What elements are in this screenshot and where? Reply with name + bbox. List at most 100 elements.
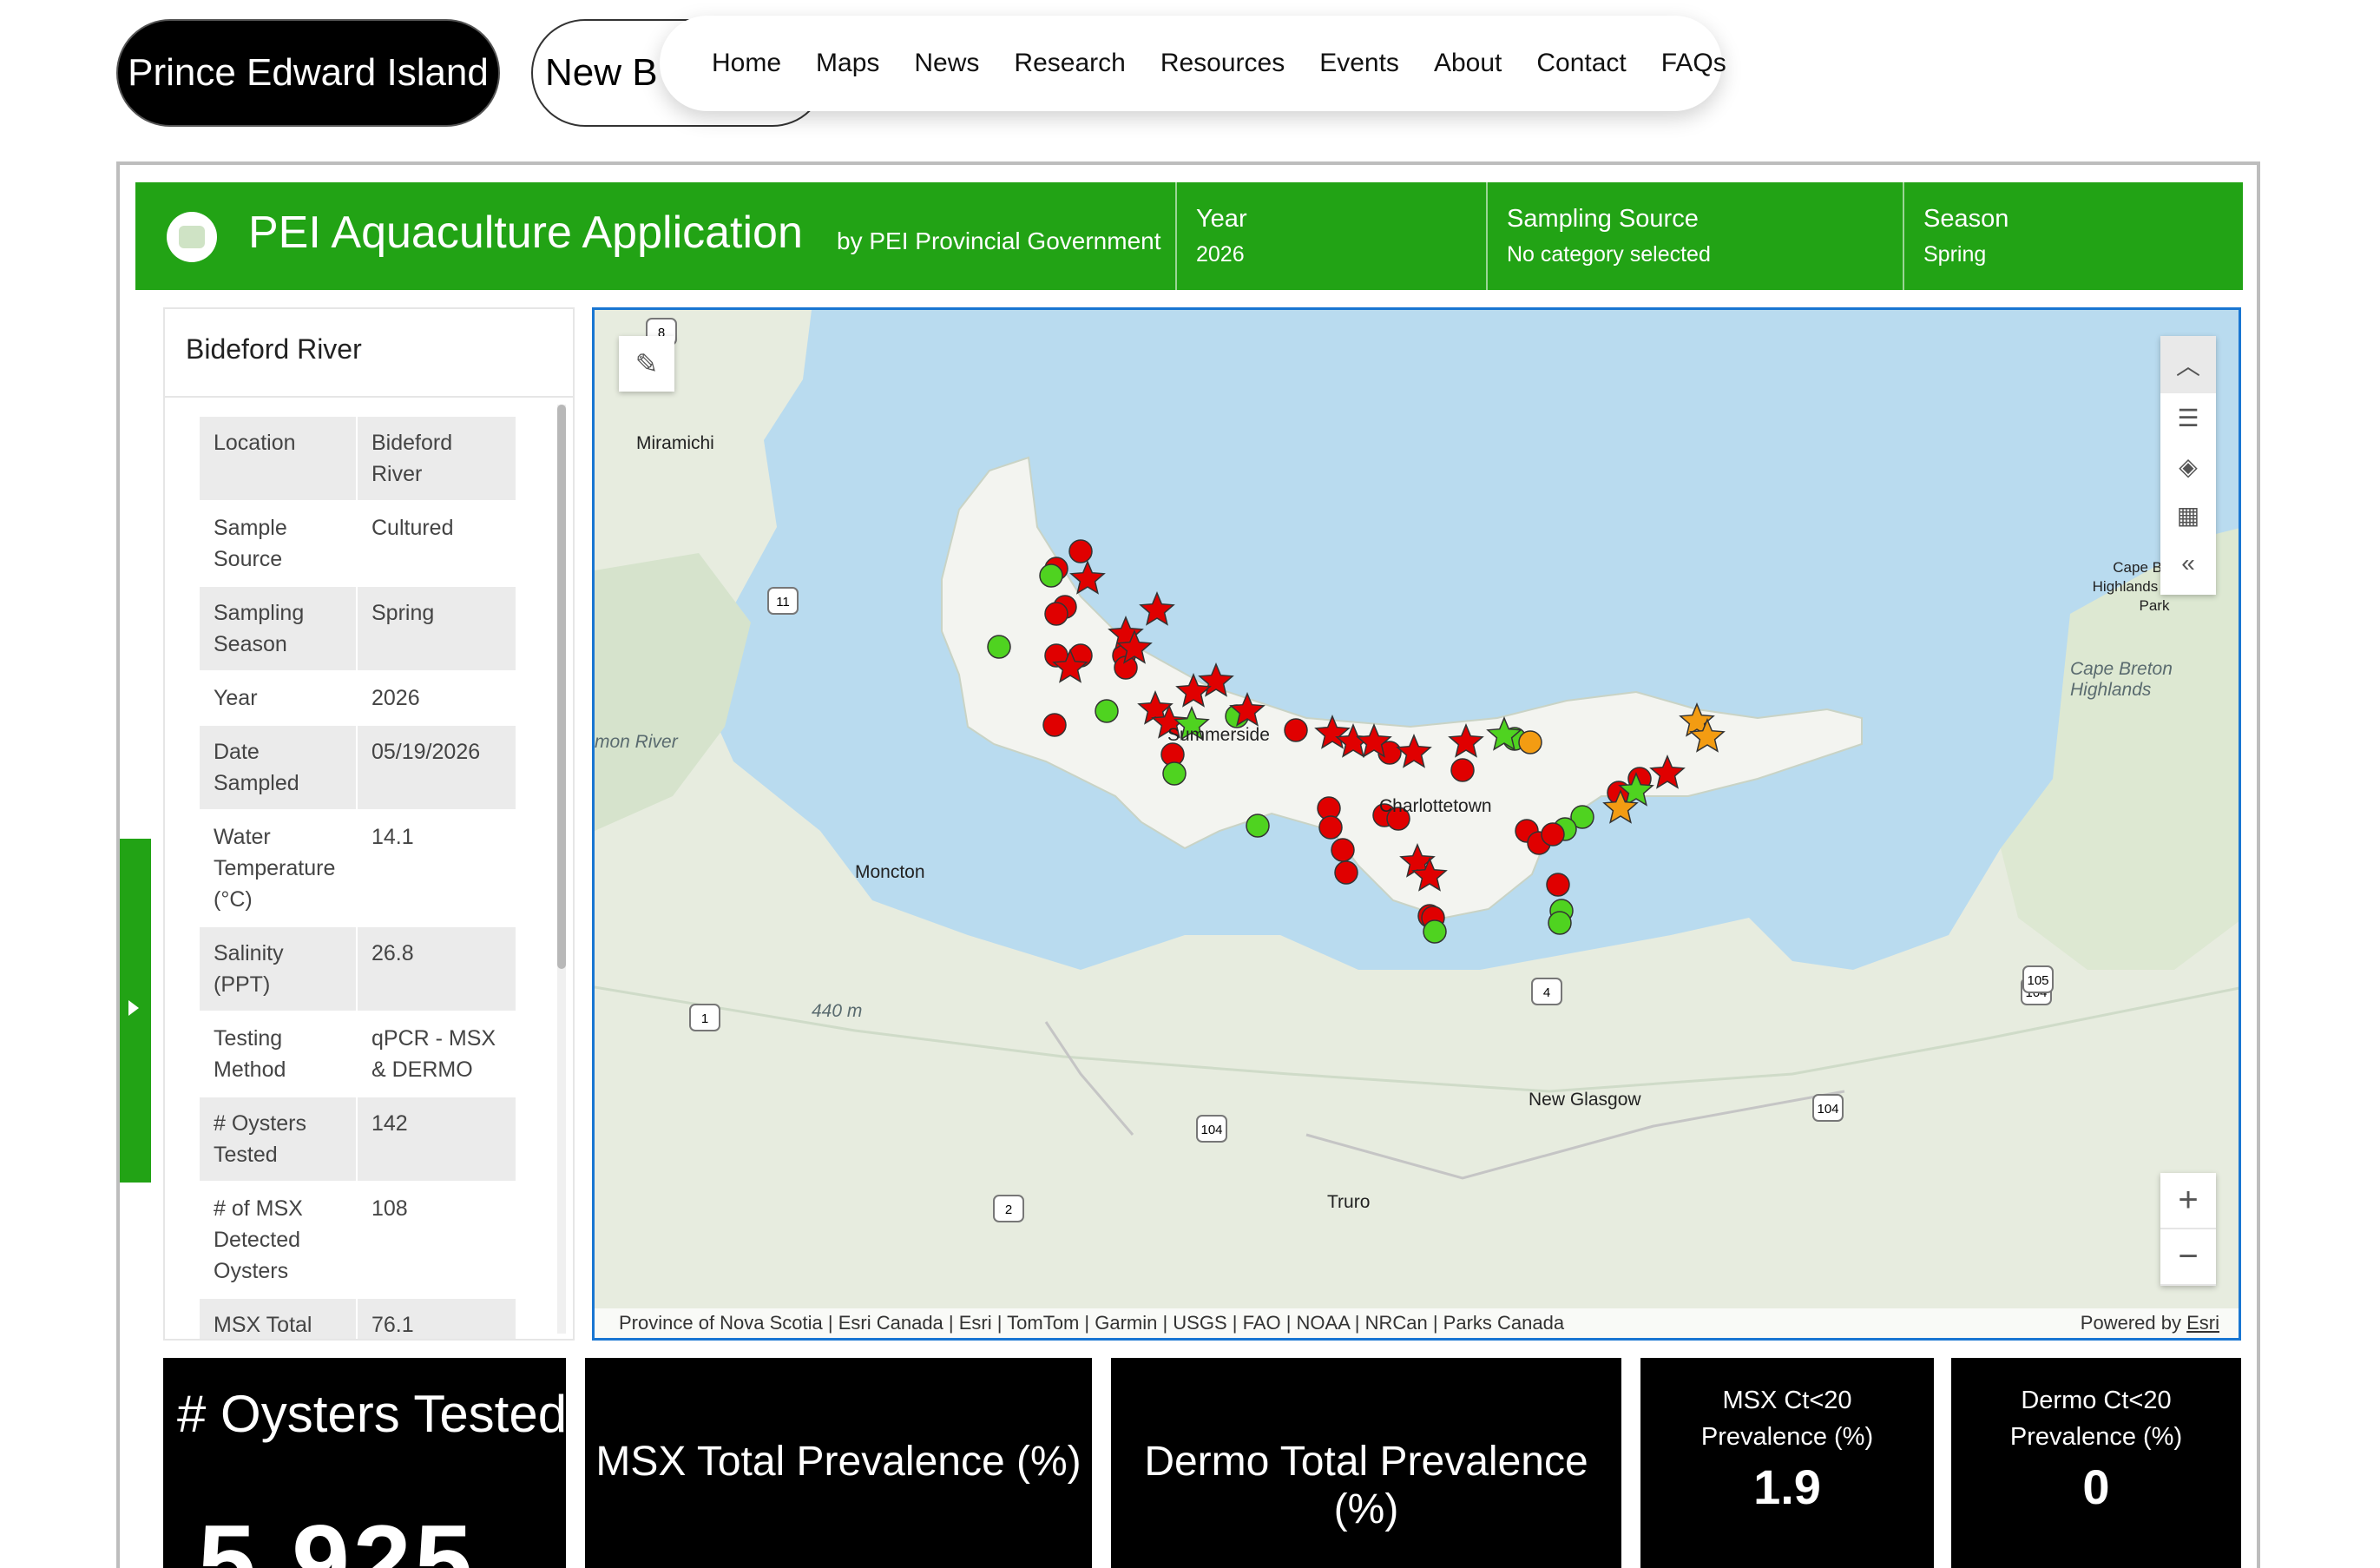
details-key: Testing Method <box>200 1012 358 1096</box>
sample-site-marker[interactable] <box>1042 713 1067 737</box>
kpi-dermo-ct20-value: 0 <box>2082 1459 2110 1514</box>
sample-site-marker[interactable] <box>1039 563 1063 588</box>
sample-site-marker[interactable] <box>1095 699 1119 723</box>
details-key: MSX Total Prevalence (%) <box>200 1299 358 1339</box>
zoom-out-button[interactable]: − <box>2160 1229 2216 1286</box>
map-attribution: Province of Nova Scotia | Esri Canada | … <box>595 1308 2239 1338</box>
sample-site-star-marker[interactable] <box>1139 591 1175 626</box>
map-view[interactable]: 811121041041041054 Miramichi Summerside … <box>592 307 2241 1341</box>
season-selector[interactable]: Season Spring <box>1903 182 2243 290</box>
sample-site-marker[interactable] <box>1450 758 1475 782</box>
nav-home[interactable]: Home <box>694 49 799 78</box>
details-row: Date Sampled 05/19/2026 <box>200 726 516 811</box>
sampling-source-label: Sampling Source <box>1507 205 1699 233</box>
sampling-source-selector[interactable]: Sampling Source No category selected <box>1486 182 1901 290</box>
map-label-moncton: Moncton <box>855 862 925 882</box>
details-value: Cultured <box>371 516 454 540</box>
svg-text:1: 1 <box>701 1011 708 1026</box>
sample-site-marker[interactable] <box>1162 761 1187 786</box>
sample-site-marker[interactable] <box>1423 919 1447 944</box>
sample-site-marker[interactable] <box>1068 539 1093 563</box>
details-row: MSX Total Prevalence (%) 76.1 <box>200 1299 516 1339</box>
sample-site-marker[interactable] <box>1541 822 1565 847</box>
layers-icon: ◈ <box>2179 452 2198 480</box>
sample-site-marker[interactable] <box>1334 860 1358 885</box>
layers-button[interactable]: ◈ <box>2160 442 2216 491</box>
season-selector-label: Season <box>1923 205 2009 233</box>
powered-by-text: Powered by <box>2080 1312 2181 1334</box>
map-label-charlottetown: Charlottetown <box>1379 796 1492 816</box>
sample-site-marker[interactable] <box>1548 911 1572 935</box>
svg-text:104: 104 <box>1200 1123 1222 1137</box>
svg-text:104: 104 <box>1817 1102 1838 1117</box>
chevrons-left-icon: « <box>2181 550 2195 576</box>
details-panel: Bideford River Location Bideford River Sa… <box>163 307 575 1341</box>
pei-logo <box>167 212 217 262</box>
legend-button[interactable]: ☰ <box>2160 393 2216 442</box>
page-root: Prince Edward Island New B Home Maps New… <box>0 0 2380 1568</box>
nav-about[interactable]: About <box>1417 49 1519 78</box>
sample-site-marker[interactable] <box>1284 718 1308 742</box>
kpi-msx-total-prevalence: MSX Total Prevalence (%) <box>585 1358 1092 1568</box>
details-row: Testing Method qPCR - MSX & DERMO <box>200 1012 516 1097</box>
year-selector[interactable]: Year 2026 <box>1175 182 1484 290</box>
province-pill-pei[interactable]: Prince Edward Island <box>116 19 500 127</box>
details-key: Salinity (PPT) <box>200 927 358 1011</box>
sample-site-marker[interactable] <box>1318 815 1343 840</box>
route-shield: 1 <box>689 1004 720 1031</box>
sample-site-marker[interactable] <box>1044 602 1068 626</box>
sample-site-marker[interactable] <box>1331 838 1355 862</box>
basemap-gallery-button[interactable]: ▦ <box>2160 491 2216 539</box>
nav-news[interactable]: News <box>897 49 996 78</box>
sample-site-star-marker[interactable] <box>1396 734 1432 768</box>
route-shield: 104 <box>1196 1115 1227 1143</box>
nav-events[interactable]: Events <box>1302 49 1417 78</box>
details-value: 108 <box>371 1196 408 1221</box>
details-value: 26.8 <box>371 941 414 965</box>
sample-site-marker[interactable] <box>1518 730 1542 754</box>
nav-research[interactable]: Research <box>996 49 1142 78</box>
details-key: Date Sampled <box>200 726 358 809</box>
nav-contact[interactable]: Contact <box>1519 49 1643 78</box>
details-key: Water Temperature (°C) <box>200 811 358 926</box>
collapse-left-button[interactable]: « <box>2160 539 2216 588</box>
svg-text:105: 105 <box>2027 973 2048 988</box>
svg-text:4: 4 <box>1543 985 1550 1000</box>
details-row: # Oysters Tested 142 <box>200 1097 516 1183</box>
sample-site-star-marker[interactable] <box>1448 723 1484 758</box>
details-row: # of MSX Detected Oysters 108 <box>200 1183 516 1299</box>
pill-nb-label: New B <box>545 51 658 94</box>
sidebar-expand-tab[interactable] <box>120 839 151 1183</box>
nav-maps[interactable]: Maps <box>799 49 897 78</box>
map-tools-button[interactable]: ✎ <box>619 336 674 392</box>
details-scrollbar-thumb[interactable] <box>557 405 566 969</box>
map-label-river: mon River <box>595 732 678 752</box>
list-icon: ☰ <box>2177 404 2199 432</box>
details-table: Location Bideford River Sample Source Cult… <box>200 417 516 1339</box>
marker-layer[interactable]: 811121041041041054 <box>595 310 2241 1341</box>
route-shield: 104 <box>1812 1094 1844 1122</box>
powered-by: Powered by Esri <box>2081 1312 2219 1334</box>
esri-link[interactable]: Esri <box>2186 1312 2219 1334</box>
details-value: Bideford River <box>371 431 453 486</box>
map-label-new-glasgow: New Glasgow <box>1529 1090 1641 1110</box>
details-key: Sampling Season <box>200 587 358 670</box>
zoom-in-button[interactable]: + <box>2160 1173 2216 1229</box>
sample-site-marker[interactable] <box>1246 814 1270 838</box>
nav-resources[interactable]: Resources <box>1143 49 1302 78</box>
map-label-summerside: Summerside <box>1167 725 1270 745</box>
sample-site-star-marker[interactable] <box>1649 754 1686 789</box>
kpi-oysters-tested-value: 5,925 <box>198 1504 477 1568</box>
nav-faqs[interactable]: FAQs <box>1644 49 1744 78</box>
map-label-cape-breton-highlands: Cape Breton Highlands <box>2070 659 2173 700</box>
top-navigation: Home Maps News Research Resources Events… <box>660 16 1726 111</box>
kpi-oysters-tested-title: # Oysters Tested <box>177 1385 566 1443</box>
collapse-up-button[interactable]: ︿ <box>2160 336 2216 393</box>
kpi-msx-ct20-title: MSX Ct<20 Prevalence (%) <box>1700 1387 1874 1451</box>
sample-site-star-marker[interactable] <box>1069 560 1106 595</box>
chevron-right-icon <box>128 1000 139 1016</box>
sample-site-marker[interactable] <box>987 635 1011 659</box>
wrench-icon: ✎ <box>634 348 659 379</box>
app-subtitle: by PEI Provincial Government <box>837 227 1161 254</box>
sample-site-marker[interactable] <box>1546 873 1570 897</box>
